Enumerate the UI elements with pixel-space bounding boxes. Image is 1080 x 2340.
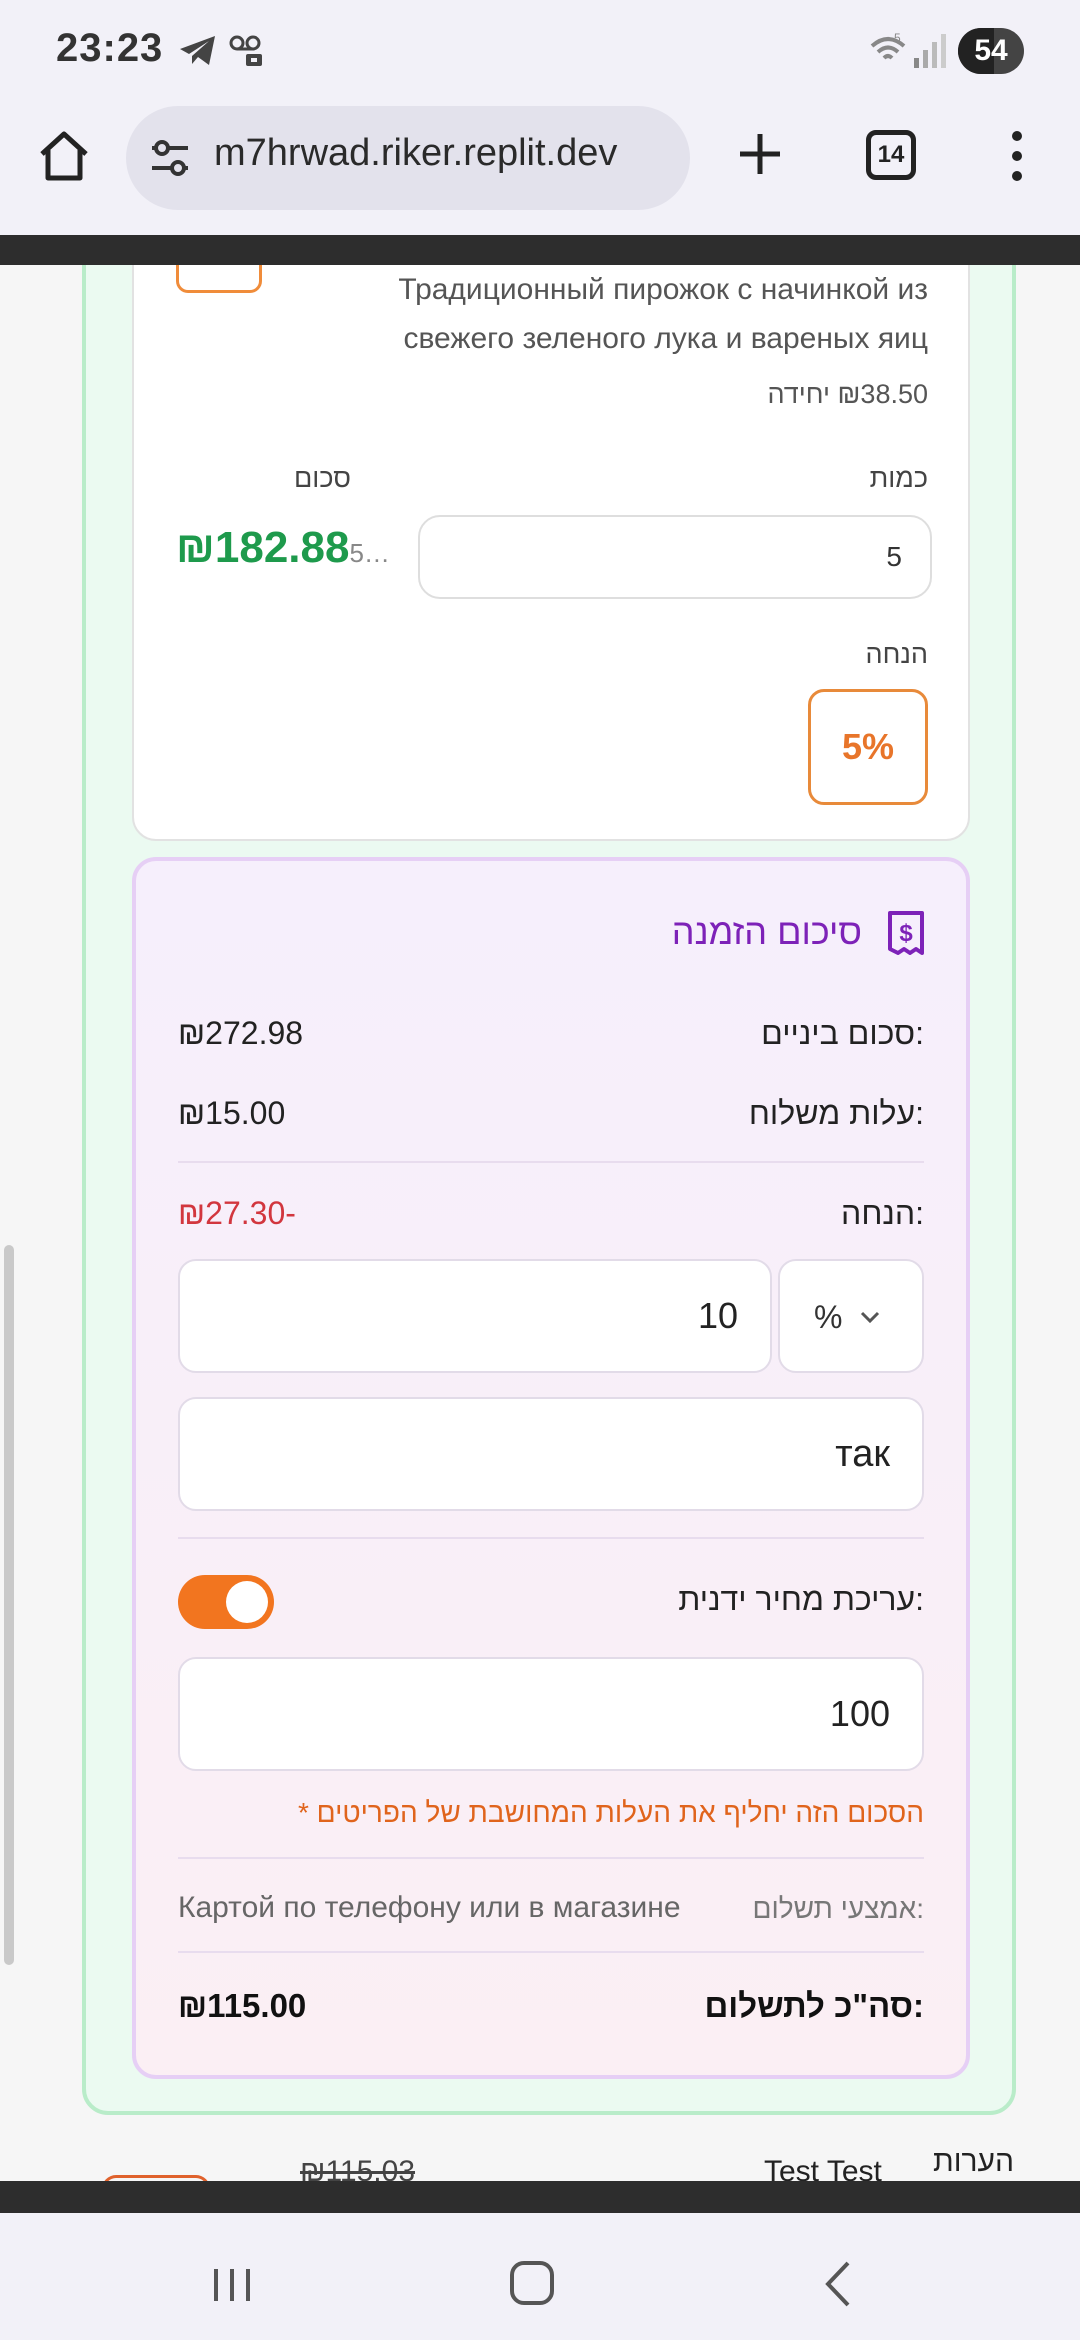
- svg-text:5: 5: [894, 31, 901, 45]
- discount-reason-input[interactable]: так: [178, 1397, 924, 1511]
- subtotal-label: סכום ביניים:: [761, 1015, 924, 1051]
- notes-label: הערות: [932, 2145, 1014, 2178]
- manual-price-input[interactable]: 100: [178, 1657, 924, 1771]
- divider: [178, 1161, 924, 1163]
- shipping-value: ₪15.00: [178, 1095, 286, 1131]
- quantity-input[interactable]: 5: [418, 515, 932, 599]
- discount-value: ₪27.30-: [178, 1195, 296, 1231]
- page-content[interactable]: Традиционный пирожок с начинкой из свеже…: [0, 265, 1080, 2181]
- total-label: סה"כ לתשלום:: [704, 1987, 925, 2024]
- manual-price-toggle[interactable]: [178, 1575, 274, 1629]
- quantity-label: כמות: [869, 463, 928, 493]
- subtotal-value: ₪272.98: [178, 1015, 304, 1051]
- unit-price: ₪38.50 יחידה: [767, 379, 928, 409]
- payment-method-label: אמצעי תשלום:: [752, 1893, 924, 1924]
- tabs-icon[interactable]: 14: [866, 130, 916, 180]
- url-text: m7hrwad.riker.replit.dev: [214, 132, 618, 174]
- scrollbar[interactable]: [4, 1245, 14, 1965]
- discount-unit-select[interactable]: %: [778, 1259, 924, 1373]
- item-total: ₪182.885…: [176, 523, 390, 573]
- signal-icon: [914, 34, 946, 68]
- customer-name: Test Test: [764, 2155, 882, 2181]
- receipt-icon: $: [888, 911, 924, 955]
- order-summary: $ סיכום הזמנה סכום ביניים: ₪272.98 עלות …: [132, 857, 970, 2079]
- next-order-price: ₪115.03: [300, 2155, 416, 2181]
- divider: [178, 1951, 924, 1953]
- shipping-label: עלות משלוח:: [748, 1095, 924, 1131]
- item-total-value: ₪182.88: [176, 523, 350, 572]
- item-discount-button[interactable]: 5%: [808, 689, 928, 805]
- svg-text:$: $: [899, 920, 913, 947]
- toggle-knob: [226, 1581, 268, 1623]
- voicemail-icon: [229, 35, 262, 66]
- battery-indicator: 54: [958, 28, 1024, 74]
- address-bar[interactable]: m7hrwad.riker.replit.dev: [126, 106, 690, 210]
- chevron-down-icon: [860, 1311, 880, 1324]
- divider: [178, 1537, 924, 1539]
- sum-label: סכום: [294, 463, 351, 493]
- manual-price-label: עריכת מחיר ידנית:: [678, 1581, 924, 1617]
- clock: 23:23: [56, 26, 164, 70]
- discount-input[interactable]: 10: [178, 1259, 772, 1373]
- browser-toolbar: m7hrwad.riker.replit.dev 14: [0, 100, 1080, 235]
- discount-unit-value: %: [814, 1299, 843, 1335]
- item-description: Традиционный пирожок с начинкой из свеже…: [398, 273, 928, 355]
- page-top-edge: [0, 235, 1080, 265]
- item-image: [176, 265, 262, 293]
- item-discount-label: הנחה: [865, 639, 928, 669]
- home-nav-icon[interactable]: [510, 2261, 554, 2305]
- tune-icon[interactable]: [148, 136, 192, 180]
- summary-title: סיכום הזמנה: [671, 911, 862, 952]
- total-value: ₪115.00: [178, 1987, 307, 2024]
- status-bar: 23:23 5 54: [0, 0, 1080, 100]
- discount-label: הנחה:: [841, 1195, 924, 1231]
- page-bottom-edge: [0, 2181, 1080, 2213]
- item-card: Традиционный пирожок с начинкой из свеже…: [132, 265, 970, 841]
- telegram-icon: [180, 36, 215, 65]
- wifi-icon: 5: [870, 31, 906, 60]
- back-icon[interactable]: [818, 2259, 858, 2309]
- manual-price-note: * הסכום הזה יחליף את העלות המחושבת של הפ…: [297, 1797, 924, 1828]
- payment-method-value: Картой по телефону или в магазине: [178, 1891, 681, 1924]
- recent-apps-icon[interactable]: [212, 2265, 252, 2305]
- home-icon[interactable]: [34, 126, 94, 186]
- system-nav-bar: [0, 2213, 1080, 2340]
- divider: [178, 1857, 924, 1859]
- next-order-row[interactable]: הערות Test Test ₪115.03: [0, 2145, 1080, 2181]
- plus-icon[interactable]: [730, 124, 790, 184]
- more-vert-icon[interactable]: [1002, 126, 1032, 186]
- item-total-truncated: 5…: [349, 538, 390, 568]
- order-card: Традиционный пирожок с начинкой из свеже…: [82, 265, 1016, 2115]
